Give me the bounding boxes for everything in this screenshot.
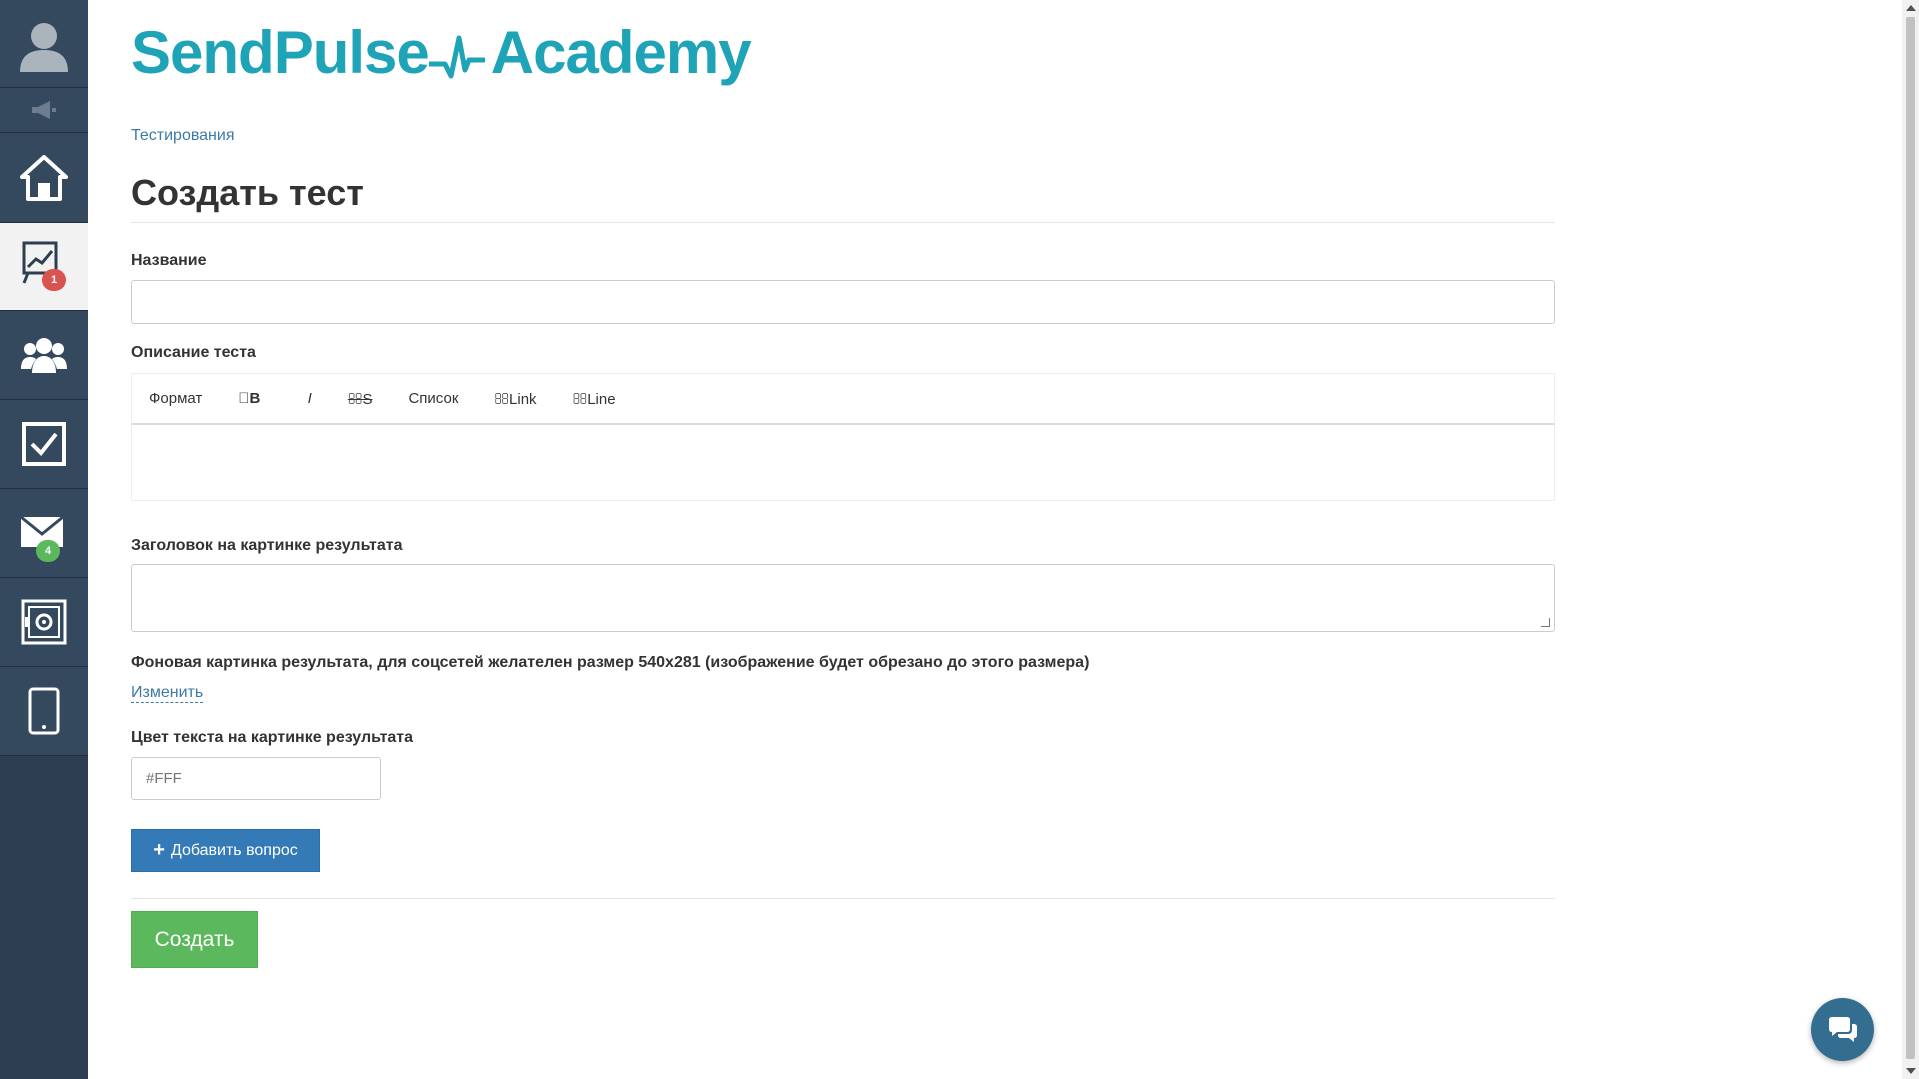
statistics-badge: 1 bbox=[42, 268, 66, 291]
title-divider bbox=[131, 222, 1555, 223]
sidebar-item-home[interactable] bbox=[0, 133, 88, 223]
scroll-up-icon[interactable] bbox=[1906, 5, 1916, 11]
user-avatar-icon bbox=[20, 22, 68, 72]
editor-toolbar: Формат B I S Список Link Line bbox=[131, 373, 1555, 425]
toolbar-list-button[interactable]: Список bbox=[408, 390, 458, 407]
sidebar-item-tasks[interactable] bbox=[0, 400, 88, 489]
description-label: Описание теста bbox=[131, 344, 256, 361]
text-color-input[interactable] bbox=[131, 757, 381, 800]
sidebar-item-mail[interactable]: 4 bbox=[0, 489, 88, 578]
name-label: Название bbox=[131, 252, 207, 269]
description-editor[interactable] bbox=[131, 425, 1555, 501]
result-bg-label: Фоновая картинка результата, для соцсете… bbox=[131, 654, 1090, 671]
sidebar-item-statistics[interactable]: 1 bbox=[0, 223, 88, 311]
sidebar-item-safe[interactable] bbox=[0, 578, 88, 667]
create-button[interactable]: Создать bbox=[131, 911, 258, 968]
scroll-thumb[interactable] bbox=[1906, 17, 1915, 1059]
toolbar-line-button[interactable]: Line bbox=[573, 390, 616, 408]
megaphone-icon bbox=[32, 101, 56, 119]
resize-handle-icon[interactable] bbox=[1541, 618, 1550, 627]
checkbox-icon bbox=[22, 422, 66, 466]
text-color-label: Цвет текста на картинке результата bbox=[131, 729, 414, 746]
mail-badge: 4 bbox=[36, 540, 60, 562]
page-title: Создать тест bbox=[131, 172, 364, 213]
form-divider bbox=[131, 898, 1555, 899]
smartphone-icon bbox=[28, 687, 60, 735]
logo[interactable]: SendPulse Academy bbox=[131, 18, 752, 87]
plus-icon: + bbox=[153, 839, 165, 861]
toolbar-italic-button[interactable]: I bbox=[296, 390, 311, 407]
toolbar-link-button[interactable]: Link bbox=[494, 390, 536, 408]
sidebar-item-avatar[interactable] bbox=[0, 0, 88, 88]
result-title-textarea[interactable] bbox=[131, 564, 1555, 632]
users-group-icon bbox=[21, 338, 67, 373]
sidebar-item-mobile[interactable] bbox=[0, 667, 88, 756]
logo-text-sendpulse: SendPulse bbox=[131, 19, 430, 86]
sidebar-item-mute[interactable] bbox=[0, 88, 88, 133]
sidebar-item-users[interactable] bbox=[0, 311, 88, 400]
change-image-link[interactable]: Изменить bbox=[131, 683, 204, 703]
add-question-label: Добавить вопрос bbox=[170, 841, 298, 859]
pulse-line-icon bbox=[428, 35, 485, 79]
name-input[interactable] bbox=[131, 280, 1555, 324]
chat-widget-button[interactable] bbox=[1811, 998, 1874, 1061]
add-question-button[interactable]: + Добавить вопрос bbox=[131, 829, 320, 872]
vertical-scrollbar[interactable] bbox=[1902, 0, 1919, 1079]
chat-bubbles-icon bbox=[1828, 1016, 1857, 1042]
safe-icon bbox=[21, 599, 67, 645]
toolbar-format-button[interactable]: Формат bbox=[149, 390, 202, 407]
breadcrumb-testing[interactable]: Тестирования bbox=[131, 127, 235, 145]
home-icon bbox=[20, 154, 68, 201]
scroll-down-icon[interactable] bbox=[1906, 1068, 1916, 1074]
logo-text-academy: Academy bbox=[490, 19, 752, 86]
toolbar-bold-button[interactable]: B bbox=[238, 390, 260, 407]
sidebar: 1 4 bbox=[0, 0, 88, 1079]
result-title-label: Заголовок на картинке результата bbox=[131, 537, 403, 554]
toolbar-strike-button[interactable]: S bbox=[348, 390, 373, 408]
